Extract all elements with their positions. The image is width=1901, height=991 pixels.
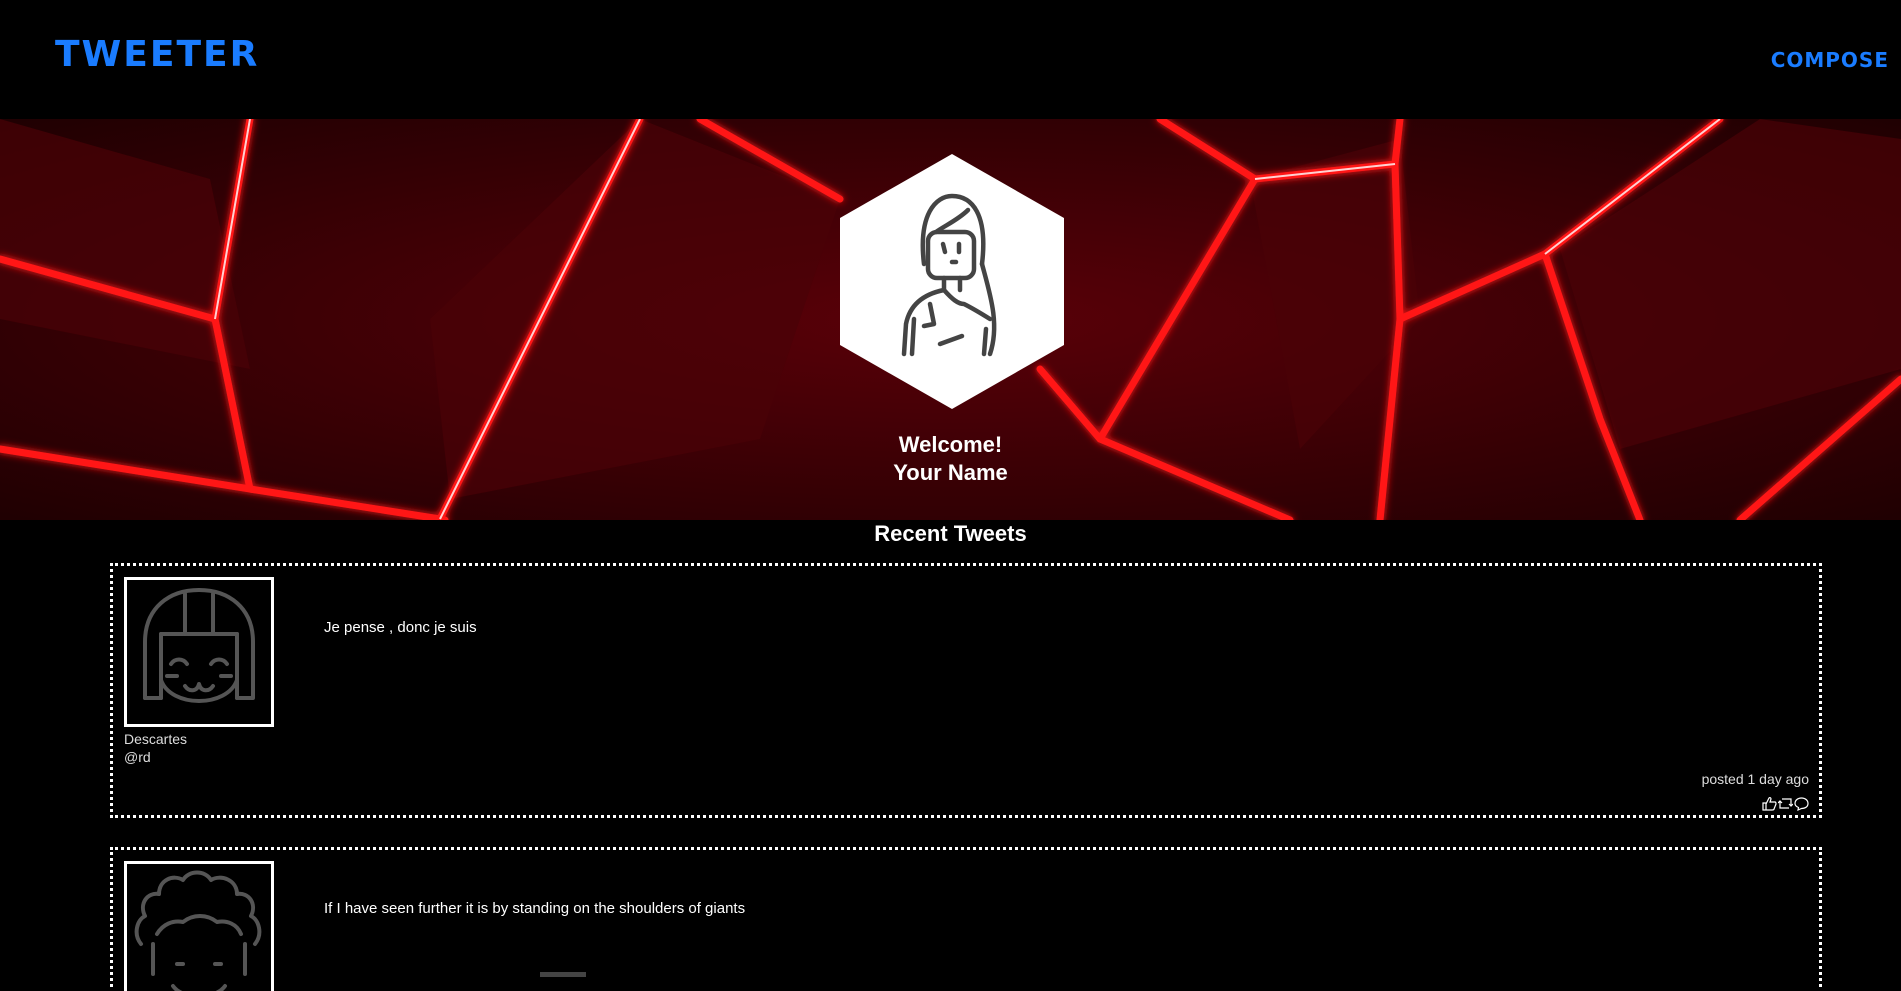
tweet-card: Je pense , donc je suis Descartes @rd po… [110, 563, 1822, 818]
compose-link[interactable]: COMPOSE [1771, 48, 1889, 72]
girl-face-avatar-icon [143, 588, 255, 703]
brand-logo[interactable]: TWEETER [55, 34, 259, 75]
welcome-block: Welcome! Your Name [0, 431, 1901, 487]
tweet-avatar[interactable] [124, 861, 274, 991]
comment-icon[interactable] [1794, 796, 1809, 812]
tweet-text: Je pense , donc je suis [324, 619, 477, 636]
author-name[interactable]: Descartes [124, 730, 187, 748]
tweet-card: If I have seen further it is by standing… [110, 847, 1822, 991]
recent-tweets-heading: Recent Tweets [874, 521, 1027, 546]
curly-hair-avatar-icon [134, 870, 262, 991]
tweet-actions [1762, 796, 1809, 812]
tweet-avatar[interactable] [124, 577, 274, 727]
author-handle[interactable]: @rd [124, 748, 187, 766]
top-nav: TWEETER COMPOSE [0, 0, 1901, 119]
hero-banner: Welcome! Your Name [0, 119, 1901, 520]
retweet-icon[interactable] [1777, 796, 1794, 811]
welcome-text: Welcome! [898, 432, 1003, 457]
tweet-text: If I have seen further it is by standing… [324, 900, 746, 917]
profile-avatar[interactable] [840, 154, 1064, 409]
user-name: Your Name [893, 460, 1008, 485]
tweet-timestamp: posted 1 day ago [1701, 771, 1809, 787]
like-icon[interactable] [1762, 796, 1777, 811]
horizontal-scrollbar-thumb[interactable] [540, 972, 586, 977]
tweet-author: Descartes @rd [124, 730, 187, 766]
woman-avatar-icon [840, 154, 1064, 409]
